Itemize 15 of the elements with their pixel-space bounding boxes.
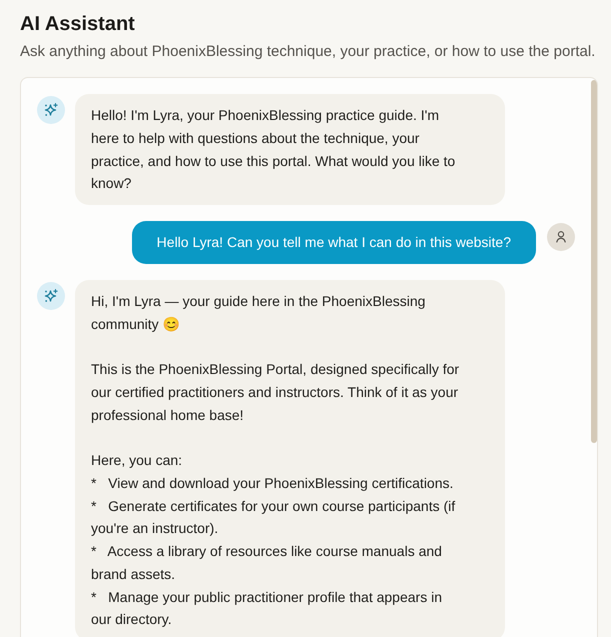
message-text: Hello! I'm Lyra, your PhoenixBlessing practice guide. I'm here to help with questions about the technique, your practice, and how to use this portal. What would you like to know?: [91, 106, 456, 194]
message-text: * View and download your PhoenixBlessing certifications.: [91, 474, 454, 493]
message-text: * Manage your public practitioner profile that appears in our directory.: [91, 588, 443, 630]
page-title: AI Assistant: [20, 12, 136, 36]
message-text: This is the PhoenixBlessing Portal, designed specifically for our certified practitioners and instructors. Think of it as your professional home base!: [91, 360, 460, 425]
page-subtitle: Ask anything about PhoenixBlessing technique, your practice, or how to use the portal.: [20, 42, 596, 62]
sparkle-icon: [37, 282, 65, 310]
scrollbar-thumb[interactable]: [591, 80, 597, 443]
message-text: * Generate certificates for your own course participants (if you're an instructor).: [91, 496, 456, 538]
sparkle-icon: [37, 96, 65, 124]
message-text: Here, you can:: [91, 451, 184, 470]
message-text: Hi, I'm Lyra — your guide here in the PhoenixBlessing community 😊: [91, 292, 426, 334]
message-text: Hello Lyra! Can you tell me what I can do in this website?: [156, 234, 511, 250]
message-text: * Access a library of resources like course manuals and brand assets.: [91, 542, 443, 584]
person-icon: [547, 223, 575, 251]
